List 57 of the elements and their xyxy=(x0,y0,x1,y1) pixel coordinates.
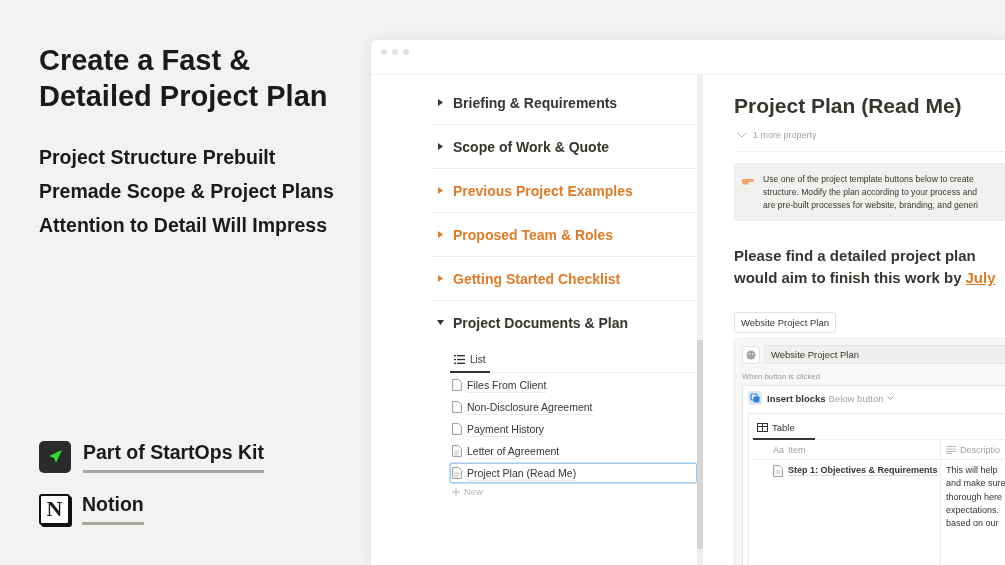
toggle-arrow-icon[interactable] xyxy=(437,187,444,194)
toggle-heading[interactable]: Project Documents & Plan xyxy=(453,314,629,331)
page-list-item[interactable]: Non-Disclosure Agreement xyxy=(450,397,697,417)
toggle-heading[interactable]: Scope of Work & Quote xyxy=(453,138,610,155)
toggle-heading[interactable]: Briefing & Requirements xyxy=(453,94,618,111)
description-text: This will help xyxy=(946,464,998,477)
toggle-arrow-icon[interactable] xyxy=(437,319,444,326)
page-icon xyxy=(452,379,462,391)
chevron-down-icon xyxy=(737,132,747,138)
plus-icon xyxy=(452,487,460,496)
badge-label: Part of StartOps Kit xyxy=(83,441,264,473)
page-icon xyxy=(452,401,462,413)
badge-label: Notion xyxy=(82,493,144,525)
toggle-arrow-icon[interactable] xyxy=(437,275,444,282)
table-cell[interactable]: Step 1: Objectives & Requirements xyxy=(788,465,938,476)
window-dots-icon xyxy=(381,49,409,55)
description-text: thorough here xyxy=(946,490,1003,504)
list-view-tab[interactable]: List xyxy=(450,350,490,373)
callout-text: Use one of the project template buttons below to create xyxy=(763,173,975,186)
chevron-down-icon xyxy=(886,396,894,400)
page-title: Project Plan (Read Me) xyxy=(734,95,963,117)
toggle-arrow-icon[interactable] xyxy=(437,231,444,238)
text-lines-icon xyxy=(946,445,956,454)
toggle-arrow-icon[interactable] xyxy=(437,143,444,150)
arrow-app-icon xyxy=(39,441,71,473)
action-name: Insert blocks xyxy=(767,392,826,404)
page-list-item[interactable]: Files From Client xyxy=(450,375,697,395)
document-icon xyxy=(452,467,462,479)
feature-text: Premade Scope & Project Plans xyxy=(39,179,335,204)
page-list-item[interactable]: Payment History xyxy=(450,419,697,439)
table-icon xyxy=(757,423,768,432)
copy-blocks-icon xyxy=(748,391,762,405)
feature-text: Project Structure Prebuilt xyxy=(39,145,277,170)
description-text: and make sure xyxy=(946,477,1005,491)
page-list-item[interactable]: Letter of Agreement xyxy=(450,441,697,461)
toggle-arrow-icon[interactable] xyxy=(437,99,444,106)
title-property-icon: Aa xyxy=(773,444,784,455)
headline: Create a Fast & Detailed Project Plan xyxy=(39,43,329,114)
description-text: expectations. xyxy=(946,503,1000,517)
page-list-item[interactable]: Project Plan (Read Me) xyxy=(450,463,697,483)
heading-text: Please find a detailed project plan xyxy=(734,246,977,266)
page-icon xyxy=(452,423,462,435)
template-button[interactable]: Website Project Plan xyxy=(734,312,836,333)
list-icon xyxy=(454,355,465,364)
feature-text: Attention to Detail Will Impress xyxy=(39,213,328,238)
pointing-hand-icon xyxy=(742,176,756,185)
table-view-tab[interactable]: Table xyxy=(753,419,815,440)
button-name-field[interactable]: Website Project Plan xyxy=(764,345,1005,364)
heading-text: would aim to finish this work by xyxy=(734,268,962,288)
scrollbar[interactable] xyxy=(697,75,703,565)
description-text: based on our xyxy=(946,517,999,531)
callout-text: are pre-built processes for website, branding, and generi xyxy=(763,199,978,212)
document-icon xyxy=(773,465,783,477)
emoji-icon[interactable] xyxy=(742,345,760,364)
notion-logo-icon: N xyxy=(39,493,70,525)
document-icon xyxy=(452,445,462,457)
callout-text: structure. Modify the plan according to your process and xyxy=(763,186,978,199)
